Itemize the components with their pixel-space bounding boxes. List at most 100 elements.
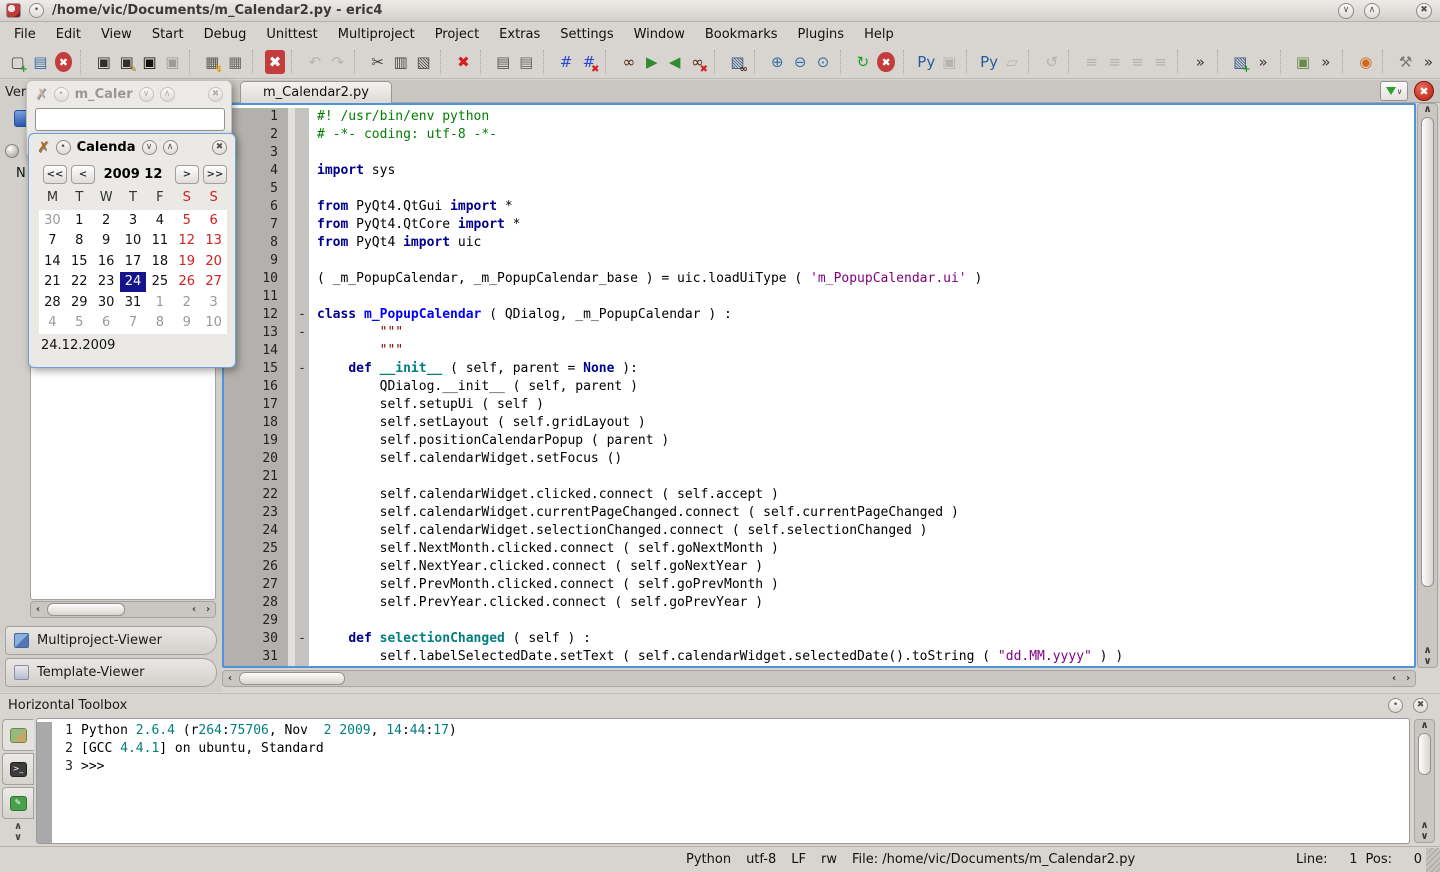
python-shell[interactable]: 1Python 2.6.4 (r264:75706, Nov 2 2009, 1… [36, 718, 1410, 844]
calendar-day[interactable]: 31 [120, 292, 147, 313]
fold-marker[interactable]: - [295, 360, 309, 378]
menu-plugins[interactable]: Plugins [788, 24, 855, 45]
viewmanager-icon[interactable]: ▣ [1293, 50, 1314, 74]
toolbar-overflow-1-icon[interactable]: » [1190, 50, 1211, 74]
run-python-icon[interactable]: Py [916, 50, 937, 74]
tab-m-calendar2-py[interactable]: m_Calendar2.py [240, 81, 392, 103]
paste-icon[interactable]: ▧ [413, 50, 434, 74]
calendar-day[interactable]: 10 [120, 231, 147, 252]
scroll-up-icon[interactable]: ∧ [1418, 820, 1432, 831]
sidebar-item-template-viewer[interactable]: Template-Viewer [5, 658, 217, 687]
menu-multiproject[interactable]: Multiproject [328, 24, 425, 45]
window-unshade-button[interactable]: ∧ [163, 140, 178, 155]
tab-scroll-up[interactable]: ∧ [2, 821, 34, 832]
scroll-left-icon[interactable]: ‹ [1387, 673, 1401, 684]
new-file-icon[interactable]: ▢+ [7, 50, 28, 74]
toolbox-dock-button[interactable]: • [1388, 698, 1403, 713]
resize-grip[interactable] [1426, 848, 1440, 872]
window-dot-icon[interactable]: • [54, 87, 69, 102]
search-in-files-icon[interactable]: ▧∞ [727, 50, 748, 74]
calendar-day[interactable]: 9 [93, 231, 120, 252]
tab-shell[interactable] [2, 719, 34, 751]
scroll-left-icon[interactable]: ‹ [223, 673, 237, 684]
scroll-down-icon[interactable]: ∨ [1421, 656, 1435, 667]
new-task-icon[interactable]: ▧+ [1230, 50, 1251, 74]
calendar-day[interactable]: 4 [146, 210, 173, 231]
menu-view[interactable]: View [91, 24, 142, 45]
indent-icon[interactable]: ▤ [493, 50, 514, 74]
help-browser-icon[interactable]: ◉ [1355, 50, 1376, 74]
menu-help[interactable]: Help [854, 24, 904, 45]
calendar-day[interactable]: 12 [173, 231, 200, 252]
search-next-icon[interactable]: ▶ [641, 50, 662, 74]
scroll-thumb[interactable] [1421, 117, 1434, 587]
calendar-day[interactable]: 2 [173, 292, 200, 313]
calendar-day[interactable]: 5 [66, 313, 93, 334]
search-replace-icon[interactable]: ∞✖ [687, 50, 708, 74]
search-prev-icon[interactable]: ◀ [664, 50, 685, 74]
scroll-up-icon[interactable]: ∧ [1421, 104, 1435, 115]
menu-debug[interactable]: Debug [194, 24, 257, 45]
fold-marker[interactable]: - [295, 306, 309, 324]
close-window-icon[interactable]: ✖ [55, 52, 72, 72]
next-month-button[interactable]: > [175, 165, 199, 184]
scroll-right-icon[interactable]: › [201, 604, 215, 615]
shell-vscrollbar[interactable]: ∧ ∧ ∨ [1414, 719, 1435, 843]
toolbar-overflow-2-icon[interactable]: » [1253, 50, 1274, 74]
code-editor[interactable]: 1#! /usr/bin/env python2# -*- coding: ut… [222, 103, 1416, 668]
calendar-day[interactable]: 17 [120, 251, 147, 272]
calendar-day[interactable]: 7 [120, 313, 147, 334]
scroll-thumb[interactable] [47, 603, 125, 616]
calendar-day[interactable]: 25 [146, 272, 173, 293]
calendar-day[interactable]: 1 [66, 210, 93, 231]
prev-year-button[interactable]: << [43, 165, 67, 184]
calendar-day[interactable]: 3 [120, 210, 147, 231]
calendar-day[interactable]: 20 [200, 251, 227, 272]
window-unshade-button[interactable]: ∧ [160, 87, 175, 102]
calendar-day[interactable]: 8 [66, 231, 93, 252]
sidebar-hscrollbar[interactable]: ‹ ‹ › [30, 601, 216, 618]
scroll-right-icon[interactable]: › [1401, 673, 1415, 684]
scroll-thumb[interactable] [239, 672, 345, 685]
menu-start[interactable]: Start [142, 24, 194, 45]
calendar-day[interactable]: 15 [66, 251, 93, 272]
tool-window-titlebar[interactable]: ✗ • Calenda ∨ ∧ ✖ [29, 134, 235, 160]
print-preview-icon[interactable]: ▦ [225, 50, 246, 74]
fold-marker[interactable]: - [295, 630, 309, 648]
close-all-icon[interactable]: ✖ [265, 50, 286, 74]
calendar-day[interactable]: 16 [93, 251, 120, 272]
window-shade-button[interactable]: ∨ [139, 87, 154, 102]
save-as-icon[interactable]: ▣✎ [116, 50, 137, 74]
menu-project[interactable]: Project [425, 24, 489, 45]
calendar-day[interactable]: 19 [173, 251, 200, 272]
calendar-day[interactable]: 5 [173, 210, 200, 231]
calendar-day[interactable]: 30 [93, 292, 120, 313]
toolbox-close-button[interactable]: ✖ [1413, 698, 1428, 713]
zoom-reset-icon[interactable]: ⊙ [813, 50, 834, 74]
calendar-day[interactable]: 6 [93, 313, 120, 334]
window-close-button[interactable]: ✖ [208, 87, 223, 102]
zoom-out-icon[interactable]: ⊖ [790, 50, 811, 74]
calendar-day[interactable]: 29 [66, 292, 93, 313]
editor-vscrollbar[interactable]: ∧ ∧ ∨ [1417, 103, 1438, 668]
calendar-day[interactable]: 28 [39, 292, 66, 313]
calendar-day[interactable]: 7 [39, 231, 66, 252]
menu-file[interactable]: File [4, 24, 46, 45]
scroll-thumb[interactable] [1418, 733, 1431, 775]
preferences-icon[interactable]: ⚒ [1395, 50, 1416, 74]
stop-icon[interactable]: ✖ [877, 52, 894, 72]
menu-bookmarks[interactable]: Bookmarks [695, 24, 788, 45]
calendar-day[interactable]: 24 [120, 272, 147, 293]
calendar-day[interactable]: 26 [173, 272, 200, 293]
calendar-day[interactable]: 4 [39, 313, 66, 334]
cut-icon[interactable]: ✂ [367, 50, 388, 74]
delete-icon[interactable]: ✖ [453, 50, 474, 74]
tab-task-viewer[interactable]: ✎ [2, 787, 34, 819]
fold-marker[interactable]: - [295, 324, 309, 342]
calendar-day[interactable]: 2 [93, 210, 120, 231]
calendar-day[interactable]: 3 [200, 292, 227, 313]
toolbar-overflow-3-icon[interactable]: » [1315, 50, 1336, 74]
calendar-day[interactable]: 6 [200, 210, 227, 231]
calendar-day[interactable]: 27 [200, 272, 227, 293]
calendar-day[interactable]: 21 [39, 272, 66, 293]
